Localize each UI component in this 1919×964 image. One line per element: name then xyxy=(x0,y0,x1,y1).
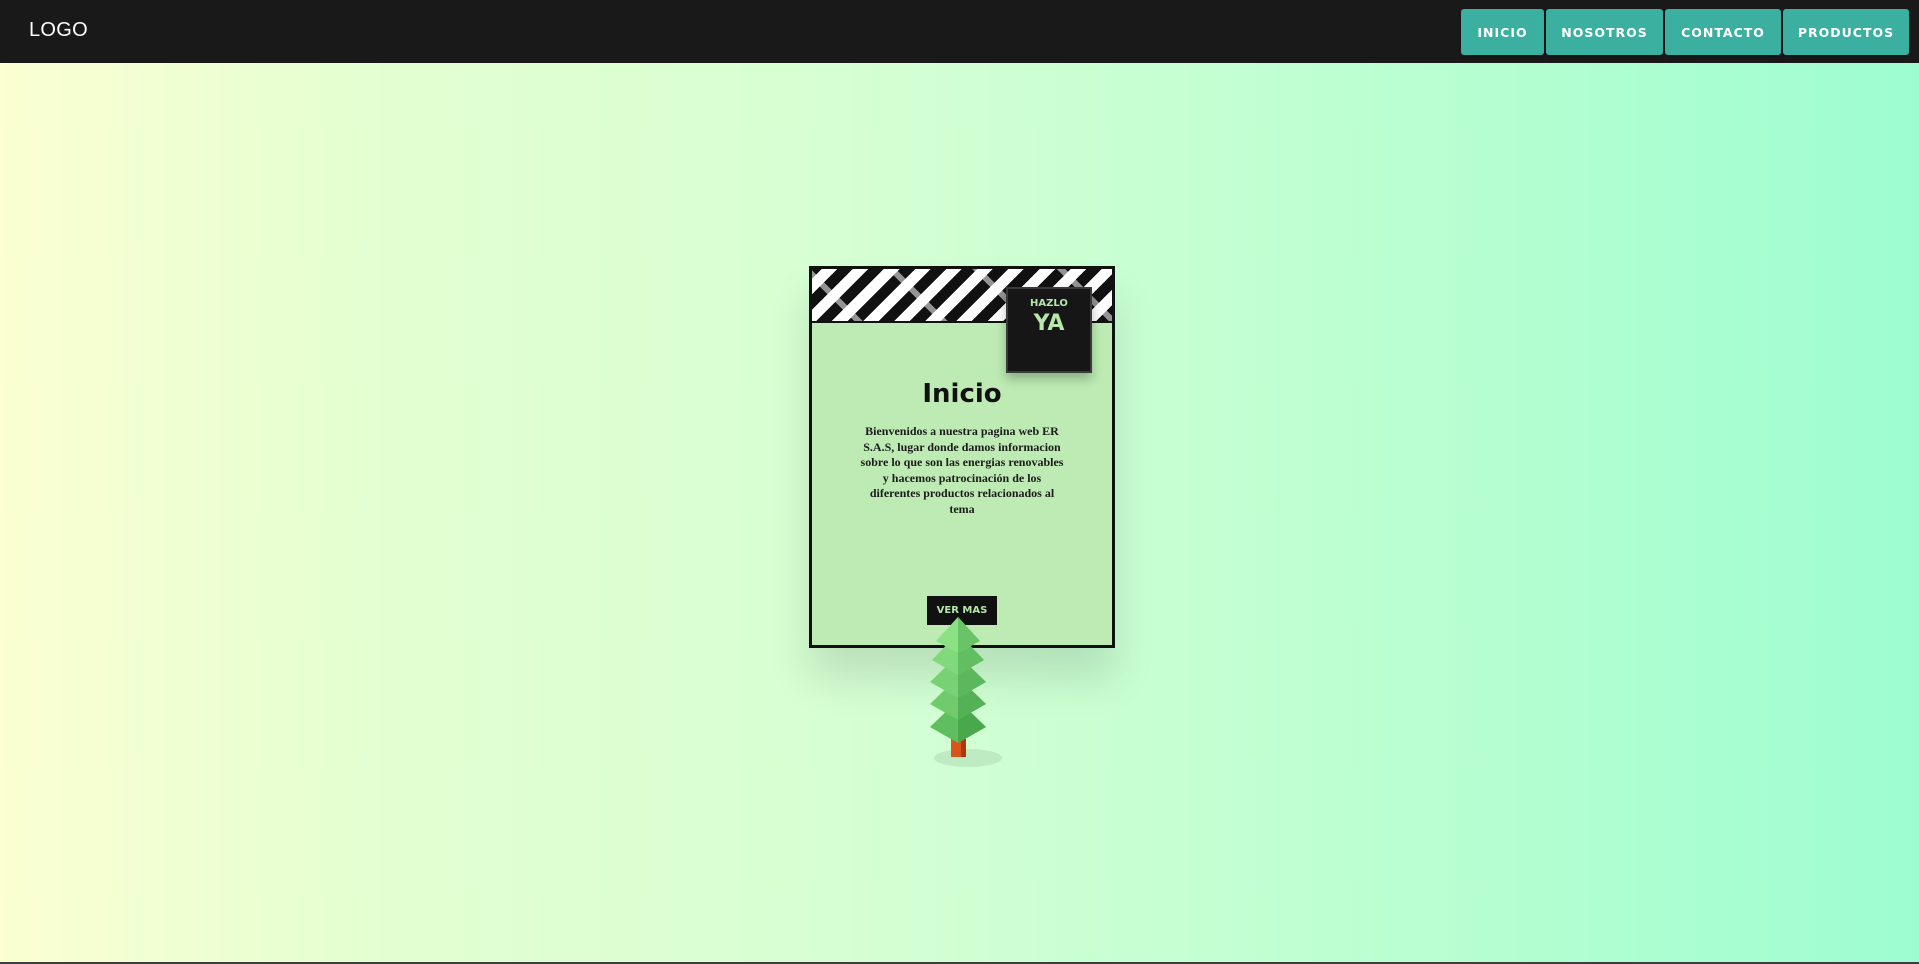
nav-productos-button[interactable]: PRODUCTOS xyxy=(1783,9,1909,55)
card-description: Bienvenidos a nuestra pagina web ER S.A.… xyxy=(860,424,1064,516)
nav-inicio-button[interactable]: INICIO xyxy=(1461,9,1544,55)
nav-nosotros-button[interactable]: NOSOTROS xyxy=(1546,9,1663,55)
top-navbar: LOGO INICIO NOSOTROS CONTACTO PRODUCTOS xyxy=(0,0,1919,63)
tree-illustration-icon xyxy=(930,617,1002,767)
card-title: Inicio xyxy=(922,379,1002,409)
logo[interactable]: LOGO xyxy=(29,19,88,42)
nav-contacto-button[interactable]: CONTACTO xyxy=(1665,9,1781,55)
main-nav: INICIO NOSOTROS CONTACTO PRODUCTOS xyxy=(1461,9,1909,55)
badge-large-text: YA xyxy=(1033,311,1065,336)
inicio-card: HAZLO YA Inicio Bienvenidos a nuestra pa… xyxy=(809,266,1115,648)
badge-small-text: HAZLO xyxy=(1030,298,1068,309)
hazlo-ya-badge: HAZLO YA xyxy=(1006,287,1092,373)
